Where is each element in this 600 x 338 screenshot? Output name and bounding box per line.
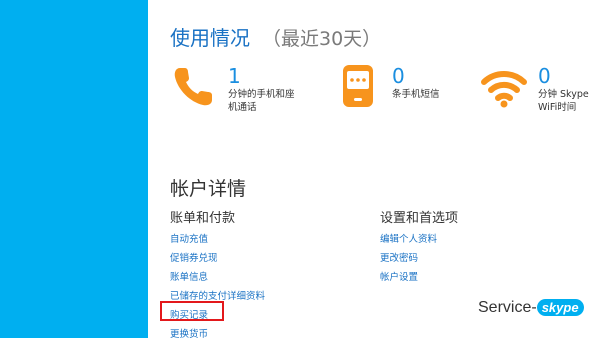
link-account-settings[interactable]: 帐户设置 (380, 268, 437, 287)
stat-sms-value: 0 (392, 64, 405, 88)
main-content: 使用情况（最近30天） 1 分钟的手机和座机通话 0 条手机短信 0 分钟 S (148, 0, 600, 338)
stat-calls-value: 1 (228, 64, 241, 88)
link-redeem-voucher[interactable]: 促销券兑现 (170, 249, 265, 268)
link-edit-profile[interactable]: 编辑个人资料 (380, 230, 437, 249)
usage-title-text: 使用情况 (170, 26, 250, 50)
wifi-icon (481, 71, 527, 108)
link-auto-recharge[interactable]: 自动充值 (170, 230, 265, 249)
link-change-password[interactable]: 更改密码 (380, 249, 437, 268)
link-change-currency[interactable]: 更换货币 (170, 325, 265, 338)
stat-wifi-label: 分钟 Skype WiFi时间 (538, 89, 589, 113)
billing-links: 自动充值 促销券兑现 账单信息 已储存的支付详细资料 购买记录 更换货币 (170, 230, 265, 338)
stat-calls: 1 分钟的手机和座机通话 (170, 62, 300, 132)
stat-wifi-value: 0 (538, 64, 551, 88)
stat-sms-label: 条手机短信 (392, 89, 440, 100)
sidebar (0, 0, 148, 338)
watermark-text: Service- (478, 299, 537, 316)
usage-title: 使用情况 （最近30天） (170, 22, 381, 51)
usage-subtitle: （最近30天） (262, 28, 382, 50)
stat-calls-label: 分钟的手机和座机通话 (228, 89, 295, 113)
settings-heading: 设置和首选项 (380, 211, 459, 226)
link-billing-info[interactable]: 账单信息 (170, 268, 265, 287)
stat-sms: 0 条手机短信 (334, 62, 464, 132)
sms-icon (343, 65, 373, 107)
purchase-history-highlight (160, 301, 224, 321)
account-title: 帐户详情 (170, 178, 247, 200)
settings-links: 编辑个人资料 更改密码 帐户设置 (380, 230, 437, 287)
watermark: Service-skype (478, 299, 584, 317)
stat-wifi: 0 分钟 Skype WiFi时间 (480, 62, 600, 132)
skype-logo: skype (536, 299, 584, 316)
phone-icon (174, 68, 212, 106)
billing-heading: 账单和付款 (170, 211, 236, 226)
